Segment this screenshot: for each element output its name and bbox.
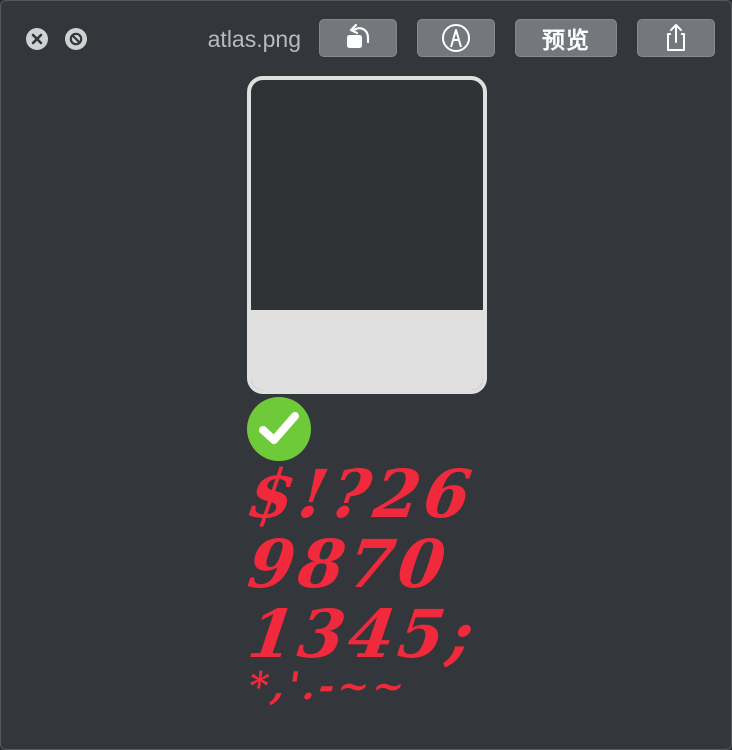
rotate-left-button[interactable] [319, 19, 397, 57]
window-title: atlas.png [207, 26, 301, 52]
green-checkmark-icon [247, 397, 311, 461]
close-icon[interactable] [26, 28, 48, 50]
markup-pen-icon [442, 24, 470, 52]
glyph-row-digits-b: 1345; [243, 595, 483, 673]
thumbnail-label-area [251, 310, 483, 390]
share-icon [667, 24, 685, 51]
share-button[interactable] [637, 19, 715, 57]
checkmark-glyph [259, 412, 299, 444]
glyph-row-digits-a: 9870 [243, 525, 455, 603]
quicklook-window: atlas.png 预览 $!?26 9870 1345; *,'.-~~ [0, 0, 732, 750]
close-glyph [31, 33, 43, 45]
title-bar: atlas.png 预览 [1, 1, 731, 75]
rotate-left-icon [347, 23, 370, 48]
font-atlas-glyphs: $!?26 9870 1345; *,'.-~~ [244, 455, 499, 708]
glyph-row-punctuation: *,'.-~~ [245, 663, 411, 708]
markup-button[interactable] [417, 19, 495, 57]
glyph-row-symbols: $!?26 [243, 455, 480, 533]
image-thumbnail-card [247, 76, 487, 394]
preview-button[interactable]: 预览 [515, 19, 617, 57]
disabled-glyph [69, 32, 83, 46]
fullscreen-disabled-icon[interactable] [65, 28, 87, 50]
